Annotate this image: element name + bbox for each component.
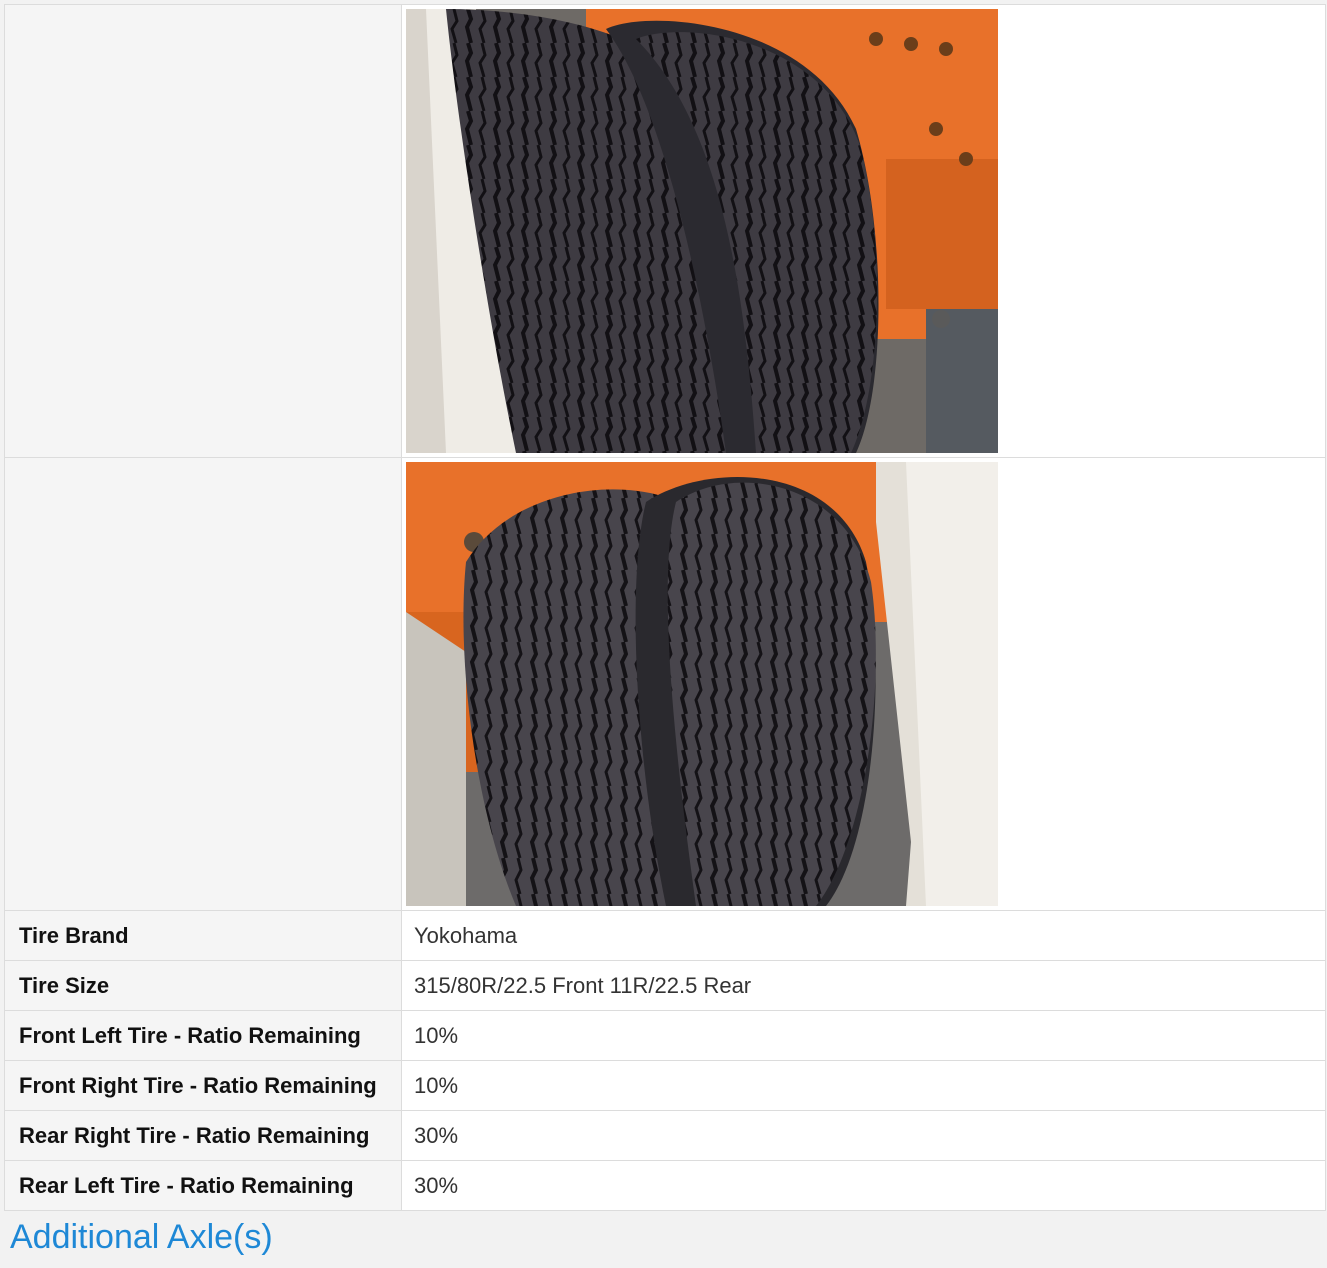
table-row: Rear Right Tire - Ratio Remaining 30% xyxy=(4,1110,1326,1161)
rear-right-ratio-value: 30% xyxy=(401,1110,1326,1161)
photo-cell xyxy=(401,457,1326,911)
rear-right-ratio-label: Rear Right Tire - Ratio Remaining xyxy=(4,1110,402,1161)
page-wrapper: Tire Brand Yokohama Tire Size 315/80R/22… xyxy=(4,4,1326,1259)
tire-spec-table: Tire Brand Yokohama Tire Size 315/80R/22… xyxy=(4,4,1326,1211)
additional-axles-heading: Additional Axle(s) xyxy=(10,1218,273,1256)
table-row: Front Left Tire - Ratio Remaining 10% xyxy=(4,1010,1326,1061)
rear-left-ratio-label: Rear Left Tire - Ratio Remaining xyxy=(4,1160,402,1211)
front-left-ratio-label: Front Left Tire - Ratio Remaining xyxy=(4,1010,402,1061)
photo-label-cell xyxy=(4,457,402,911)
tire-brand-value: Yokohama xyxy=(401,910,1326,961)
photo-label-cell xyxy=(4,4,402,458)
tire-brand-label: Tire Brand xyxy=(4,910,402,961)
tire-size-label: Tire Size xyxy=(4,960,402,1011)
front-right-ratio-label: Front Right Tire - Ratio Remaining xyxy=(4,1060,402,1111)
table-row: Tire Brand Yokohama xyxy=(4,910,1326,961)
photo-row-front xyxy=(4,4,1326,458)
table-row: Rear Left Tire - Ratio Remaining 30% xyxy=(4,1160,1326,1211)
tire-size-value: 315/80R/22.5 Front 11R/22.5 Rear xyxy=(401,960,1326,1011)
table-row: Tire Size 315/80R/22.5 Front 11R/22.5 Re… xyxy=(4,960,1326,1011)
table-row: Front Right Tire - Ratio Remaining 10% xyxy=(4,1060,1326,1111)
tire-photo-front[interactable] xyxy=(406,9,998,453)
photo-cell xyxy=(401,4,1326,458)
rear-left-ratio-value: 30% xyxy=(401,1160,1326,1211)
front-left-ratio-value: 10% xyxy=(401,1010,1326,1061)
front-right-ratio-value: 10% xyxy=(401,1060,1326,1111)
photo-row-rear xyxy=(4,457,1326,911)
tire-photo-rear[interactable] xyxy=(406,462,998,906)
